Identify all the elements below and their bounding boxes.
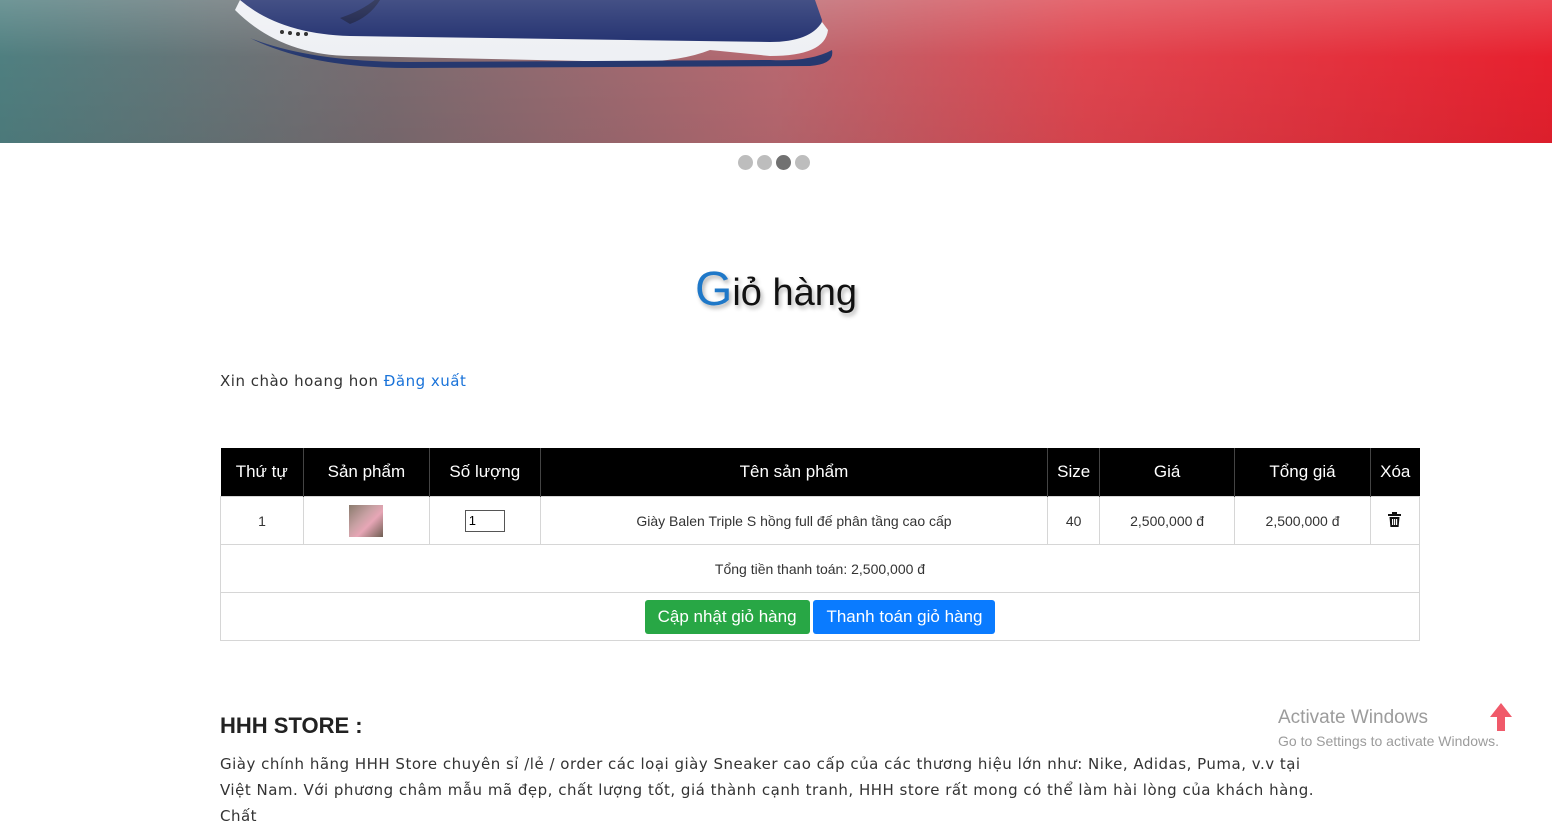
- product-thumbnail[interactable]: [349, 504, 384, 537]
- carousel-dot-3[interactable]: [776, 155, 791, 170]
- header-size: Size: [1047, 448, 1101, 497]
- cart-table: Thứ tự Sản phẩm Số lượng Tên sản phẩm Si…: [220, 448, 1421, 641]
- sneaker-image: [235, 0, 833, 68]
- carousel-dot-2[interactable]: [757, 155, 772, 170]
- header-total-price: Tổng giá: [1234, 448, 1371, 497]
- header-quantity: Số lượng: [429, 448, 541, 497]
- carousel-indicators: [738, 155, 810, 170]
- row-quantity-cell: [428, 496, 541, 545]
- row-delete-cell: [1369, 496, 1421, 545]
- row-product-name: Giày Balen Triple S hồng full đế phân tầ…: [539, 496, 1049, 545]
- store-title: HHH STORE :: [220, 713, 363, 738]
- row-index: 1: [220, 496, 304, 545]
- hero-banner: [0, 0, 1552, 143]
- greeting-line: Xin chào hoang hon Đăng xuất: [220, 372, 466, 390]
- row-price: 2,500,000 đ: [1099, 496, 1236, 545]
- header-product: Sản phẩm: [303, 448, 430, 497]
- carousel-dot-1[interactable]: [738, 155, 753, 170]
- update-cart-button[interactable]: Cập nhật giỏ hàng: [644, 599, 810, 634]
- activate-windows-watermark: Activate Windows Go to Settings to activ…: [1278, 707, 1499, 749]
- header-index: Thứ tự: [220, 448, 304, 497]
- row-size: 40: [1047, 496, 1101, 545]
- header-delete: Xóa: [1370, 448, 1420, 497]
- row-product-cell: [302, 496, 430, 545]
- grand-total-row: Tổng tiền thanh toán: 2,500,000 đ: [220, 544, 1420, 593]
- page-title: Giỏ hàng: [0, 262, 1552, 317]
- grand-total: Tổng tiền thanh toán: 2,500,000 đ: [220, 544, 1420, 593]
- checkout-button[interactable]: Thanh toán giỏ hàng: [813, 599, 996, 634]
- table-row: 1 Giày Balen Triple S hồng full đế phân …: [220, 496, 1421, 545]
- logout-link[interactable]: Đăng xuất: [384, 372, 467, 390]
- header-price: Giá: [1099, 448, 1236, 497]
- activate-windows-title: Activate Windows: [1278, 707, 1428, 728]
- store-description: Giày chính hãng HHH Store chuyên sỉ /lẻ …: [220, 755, 1315, 825]
- activate-windows-subtitle: Go to Settings to activate Windows.: [1278, 733, 1499, 749]
- carousel-dot-4[interactable]: [795, 155, 810, 170]
- arrow-up-icon[interactable]: [1490, 703, 1512, 735]
- actions-row: Cập nhật giỏ hàng Thanh toán giỏ hàng: [220, 592, 1420, 641]
- table-header-row: Thứ tự Sản phẩm Số lượng Tên sản phẩm Si…: [220, 448, 1420, 497]
- page-title-rest: iỏ hàng: [732, 272, 857, 314]
- trash-icon[interactable]: [1388, 511, 1402, 530]
- greeting-text: Xin chào hoang hon: [220, 372, 379, 390]
- quantity-input[interactable]: [464, 509, 505, 532]
- page-title-initial: G: [694, 263, 733, 316]
- actions-cell: Cập nhật giỏ hàng Thanh toán giỏ hàng: [220, 592, 1420, 641]
- row-total: 2,500,000 đ: [1234, 496, 1371, 545]
- header-product-name: Tên sản phẩm: [540, 448, 1049, 497]
